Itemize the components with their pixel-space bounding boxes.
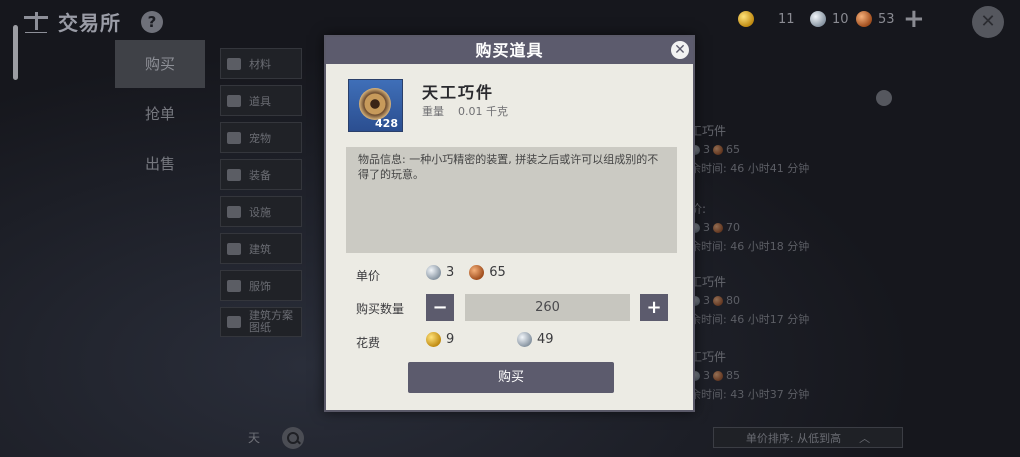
gold-coin-icon: [426, 332, 441, 347]
unit-price: 3 65: [426, 265, 506, 280]
cost-label: 花费: [356, 336, 381, 350]
tab-grab-order[interactable]: 抢单: [115, 90, 205, 138]
copper-balance: 53: [856, 11, 895, 27]
quantity-input[interactable]: [465, 294, 630, 321]
blueprint-icon: [227, 316, 241, 328]
category-blueprint[interactable]: 建筑方案 图纸: [220, 307, 302, 337]
category-building[interactable]: 建筑: [220, 233, 302, 264]
silver-coin-icon: [426, 265, 441, 280]
mode-tabs: 购买 抢单 出售: [115, 40, 205, 190]
building-icon: [227, 242, 241, 255]
silver-coin-icon: [517, 332, 532, 347]
scale-icon: [22, 10, 50, 34]
search-icon[interactable]: [282, 427, 304, 449]
copper-coin-icon: [469, 265, 485, 280]
category-pet[interactable]: 宠物: [220, 122, 302, 153]
search-input[interactable]: 天: [248, 429, 260, 446]
listing-item[interactable]: 价: 3 70 余时间: 46 小时18 分钟: [690, 200, 850, 254]
category-material[interactable]: 材料: [220, 48, 302, 79]
item-name: 天工巧件: [422, 83, 495, 102]
sort-dropdown[interactable]: 单价排序: 从低到高 ︿: [713, 427, 903, 448]
listing-item[interactable]: 工巧件 3 80 余时间: 46 小时17 分钟: [690, 273, 850, 327]
category-list: 材料 道具 宠物 装备 设施 建筑 服饰 建筑方案 图纸: [220, 48, 302, 343]
page-title: 交易所: [58, 11, 121, 35]
copper-coin-icon: [713, 144, 723, 155]
help-icon[interactable]: ?: [141, 10, 163, 33]
buy-button[interactable]: 购买: [408, 362, 614, 393]
unit-price-label: 单价: [356, 269, 381, 283]
copper-coin-icon: [713, 370, 723, 381]
listing-item[interactable]: 工巧件 3 65 余时间: 46 小时41 分钟: [690, 122, 850, 176]
quantity-label: 购买数量: [356, 302, 405, 316]
gold-coin-icon: [738, 11, 754, 27]
category-clothing[interactable]: 服饰: [220, 270, 302, 301]
gear-icon: [359, 88, 391, 120]
close-icon[interactable]: ✕: [669, 39, 691, 61]
material-icon: [227, 57, 241, 70]
facility-icon: [227, 205, 241, 218]
listing-item[interactable]: 工巧件 3 85 余时间: 43 小时37 分钟: [690, 348, 850, 402]
prop-icon: [227, 94, 241, 107]
close-exchange-button[interactable]: ✕: [972, 6, 1004, 38]
equipment-icon: [227, 168, 241, 181]
collapse-button[interactable]: [876, 90, 892, 106]
tab-buy[interactable]: 购买: [115, 40, 205, 88]
title-bar: 交易所 ?: [22, 7, 163, 36]
cost-gold: 9: [426, 332, 454, 347]
item-count: 428: [375, 117, 398, 130]
silver-coin-icon: [810, 11, 826, 27]
copper-coin-icon: [856, 11, 872, 27]
purchase-dialog: 购买道具 ✕ 428 天工巧件 重量 0.01 千克 物品信息: 一种小巧精密的…: [324, 35, 695, 412]
decrement-button[interactable]: −: [426, 294, 454, 321]
category-equipment[interactable]: 装备: [220, 159, 302, 190]
item-description: 物品信息: 一种小巧精密的装置, 拼装之后或许可以组成别的不得了的玩意。: [346, 147, 677, 253]
copper-coin-icon: [713, 222, 723, 233]
cost-silver: 49: [517, 332, 554, 347]
category-prop[interactable]: 道具: [220, 85, 302, 116]
scroll-handle[interactable]: [13, 25, 18, 80]
pet-icon: [227, 131, 241, 144]
copper-coin-icon: [713, 295, 723, 306]
item-weight: 重量 0.01 千克: [422, 105, 508, 118]
tab-sell[interactable]: 出售: [115, 140, 205, 188]
dialog-title: 购买道具: [326, 37, 693, 64]
item-thumbnail: 428: [348, 79, 403, 132]
increment-button[interactable]: +: [640, 294, 668, 321]
category-facility[interactable]: 设施: [220, 196, 302, 227]
silver-balance: 10: [810, 11, 849, 27]
clothing-icon: [227, 279, 241, 292]
add-currency-button[interactable]: +: [903, 6, 925, 32]
gold-balance: 11: [738, 11, 795, 27]
chevron-up-icon: ︿: [859, 431, 871, 445]
